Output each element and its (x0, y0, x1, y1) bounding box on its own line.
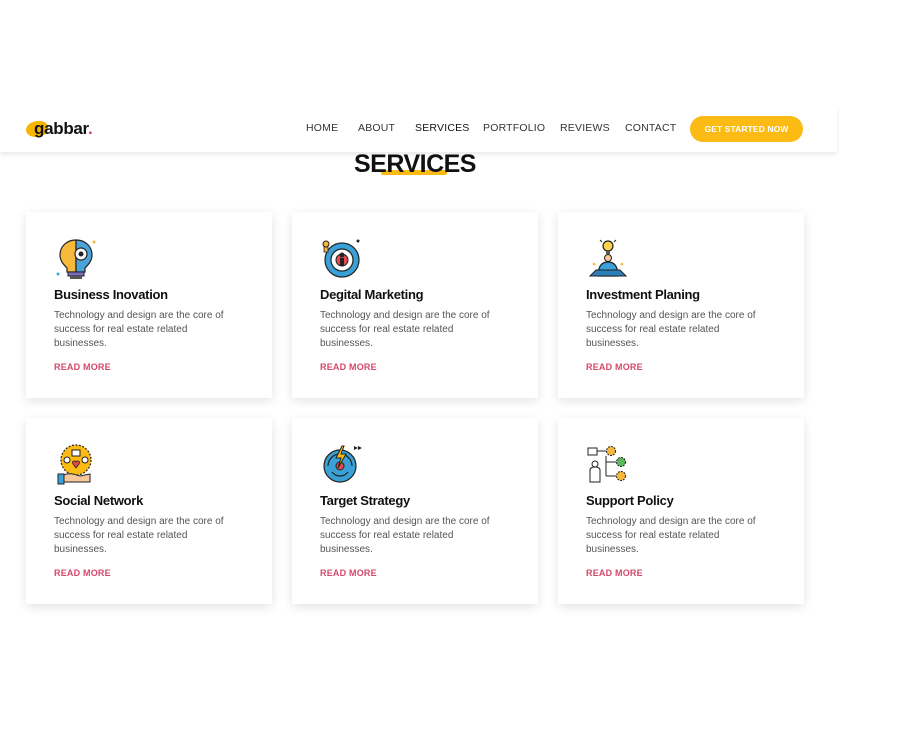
card-title: Social Network (54, 493, 143, 508)
read-more-link[interactable]: READ MORE (320, 568, 377, 578)
target-person-icon (322, 239, 360, 278)
card-description: Technology and design are the core of su… (320, 310, 490, 349)
read-more-link[interactable]: READ MORE (586, 568, 643, 578)
service-card-support-policy: Support Policy Technology and design are… (558, 418, 804, 604)
target-bolt-icon (323, 445, 362, 483)
social-hand-icon (57, 444, 92, 485)
nav-item-reviews[interactable]: REVIEWS (560, 122, 610, 134)
read-more-link[interactable]: READ MORE (54, 568, 111, 578)
read-more-link[interactable]: READ MORE (54, 362, 111, 372)
card-description: Technology and design are the core of su… (54, 310, 224, 349)
get-started-button[interactable]: GET STARTED NOW (690, 116, 803, 142)
card-description: Technology and design are the core of su… (586, 310, 756, 349)
service-card-social-network: Social Network Technology and design are… (26, 418, 272, 604)
card-title: Degital Marketing (320, 287, 424, 302)
card-description: Technology and design are the core of su… (586, 516, 756, 555)
service-card-target-strategy: Target Strategy Technology and design ar… (292, 418, 538, 604)
nav-item-home[interactable]: HOME (306, 122, 338, 134)
service-card-business-inovation: Business Inovation Technology and design… (26, 212, 272, 398)
card-title: Business Inovation (54, 287, 168, 302)
nav-item-contact[interactable]: CONTACT (625, 122, 676, 134)
section-title: SERVICES (354, 150, 476, 178)
nav-item-services[interactable]: SERVICES (415, 122, 470, 134)
service-card-investment-planing: Investment Planing Technology and design… (558, 212, 804, 398)
read-more-link[interactable]: READ MORE (320, 362, 377, 372)
meditating-idea-icon (588, 239, 628, 277)
card-description: Technology and design are the core of su… (54, 516, 224, 555)
read-more-link[interactable]: READ MORE (586, 362, 643, 372)
card-title: Support Policy (586, 493, 674, 508)
card-title: Investment Planing (586, 287, 700, 302)
lightbulb-gear-icon (56, 239, 96, 279)
card-description: Technology and design are the core of su… (320, 516, 490, 555)
nav-item-about[interactable]: ABOUT (358, 122, 395, 134)
navbar: gabbar. HOME ABOUT SERVICES PORTFOLIO RE… (0, 106, 837, 152)
card-title: Target Strategy (320, 493, 410, 508)
nav-item-portfolio[interactable]: PORTFOLIO (483, 122, 545, 134)
service-card-degital-marketing: Degital Marketing Technology and design … (292, 212, 538, 398)
flowchart-gears-icon (587, 446, 626, 483)
